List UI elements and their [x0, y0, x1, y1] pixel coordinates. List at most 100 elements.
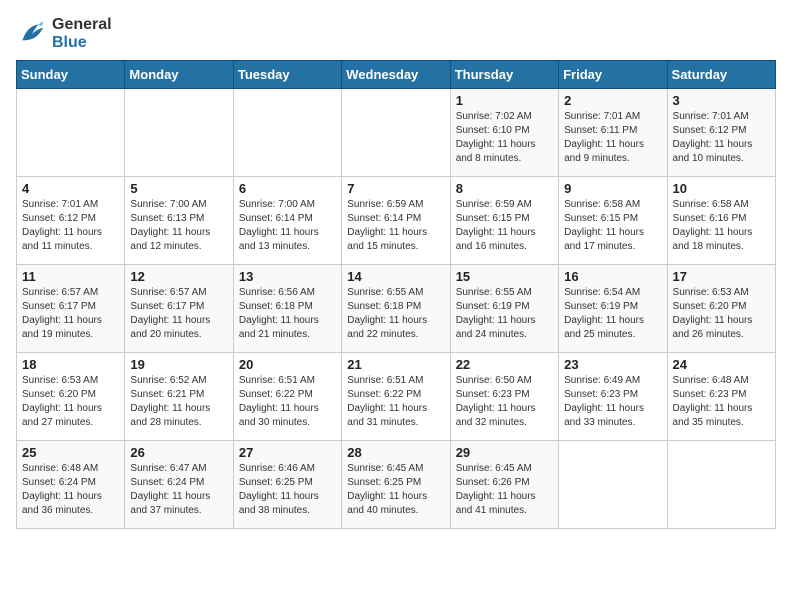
day-number: 18	[22, 357, 119, 372]
day-info: Sunrise: 7:01 AM Sunset: 6:12 PM Dayligh…	[22, 198, 119, 254]
day-info: Sunrise: 7:01 AM Sunset: 6:12 PM Dayligh…	[673, 110, 770, 166]
calendar-cell: 12Sunrise: 6:57 AM Sunset: 6:17 PM Dayli…	[125, 265, 233, 353]
day-number: 3	[673, 93, 770, 108]
day-number: 8	[456, 181, 553, 196]
day-info: Sunrise: 6:48 AM Sunset: 6:24 PM Dayligh…	[22, 462, 119, 518]
calendar-cell	[342, 89, 450, 177]
calendar-cell: 18 Sunrise: 6:53 AM Sunset: 6:20 PM Dayli…	[17, 353, 125, 441]
calendar-cell: 26 Sunrise: 6:47 AM Sunset: 6:24 PM Dayli…	[125, 441, 233, 529]
day-number: 17	[673, 269, 770, 284]
calendar-week-row: 11 Sunrise: 6:57 AM Sunset: 6:17 PM Dayli…	[17, 265, 776, 353]
logo: General Blue	[16, 16, 112, 52]
day-number: 9	[564, 181, 661, 196]
day-info: Sunrise: 6:57 AM Sunset: 6:17 PM Dayligh…	[130, 286, 227, 342]
calendar-cell: 25 Sunrise: 6:48 AM Sunset: 6:24 PM Dayli…	[17, 441, 125, 529]
calendar-cell: 28 Sunrise: 6:45 AM Sunset: 6:25 PM Dayli…	[342, 441, 450, 529]
day-info: Sunrise: 6:46 AM Sunset: 6:25 PM Dayligh…	[239, 462, 336, 518]
calendar-cell: 4 Sunrise: 7:01 AM Sunset: 6:12 PM Daylig…	[17, 177, 125, 265]
day-number: 1	[456, 93, 553, 108]
day-info: Sunrise: 6:54 AM Sunset: 6:19 PM Dayligh…	[564, 286, 661, 342]
day-info: Sunrise: 6:48 AM Sunset: 6:23 PM Dayligh…	[673, 374, 770, 430]
calendar-cell: 14 Sunrise: 6:55 AM Sunset: 6:18 PM Dayli…	[342, 265, 450, 353]
calendar-week-row: 25 Sunrise: 6:48 AM Sunset: 6:24 PM Dayli…	[17, 441, 776, 529]
calendar-week-row: 4 Sunrise: 7:01 AM Sunset: 6:12 PM Daylig…	[17, 177, 776, 265]
day-info: Sunrise: 6:45 AM Sunset: 6:25 PM Dayligh…	[347, 462, 444, 518]
calendar-cell: 11 Sunrise: 6:57 AM Sunset: 6:17 PM Dayli…	[17, 265, 125, 353]
calendar-cell: 13Sunrise: 6:56 AM Sunset: 6:18 PM Dayli…	[233, 265, 341, 353]
calendar-cell: 23 Sunrise: 6:49 AM Sunset: 6:23 PM Dayli…	[559, 353, 667, 441]
day-info: Sunrise: 6:53 AM Sunset: 6:20 PM Dayligh…	[673, 286, 770, 342]
day-info: Sunrise: 6:55 AM Sunset: 6:18 PM Dayligh…	[347, 286, 444, 342]
calendar-cell	[125, 89, 233, 177]
day-info: Sunrise: 6:51 AM Sunset: 6:22 PM Dayligh…	[239, 374, 336, 430]
calendar-week-row: 18 Sunrise: 6:53 AM Sunset: 6:20 PM Dayli…	[17, 353, 776, 441]
calendar-cell: 10 Sunrise: 6:58 AM Sunset: 6:16 PM Dayli…	[667, 177, 775, 265]
calendar-cell: 21Sunrise: 6:51 AM Sunset: 6:22 PM Dayli…	[342, 353, 450, 441]
day-info: Sunrise: 7:02 AM Sunset: 6:10 PM Dayligh…	[456, 110, 553, 166]
day-number: 5	[130, 181, 227, 196]
calendar-table: SundayMondayTuesdayWednesdayThursdayFrid…	[16, 60, 776, 529]
day-number: 6	[239, 181, 336, 196]
calendar-cell: 2 Sunrise: 7:01 AM Sunset: 6:11 PM Daylig…	[559, 89, 667, 177]
page-header: General Blue	[16, 16, 776, 52]
day-info: Sunrise: 6:53 AM Sunset: 6:20 PM Dayligh…	[22, 374, 119, 430]
calendar-cell: 15Sunrise: 6:55 AM Sunset: 6:19 PM Dayli…	[450, 265, 558, 353]
calendar-cell	[559, 441, 667, 529]
calendar-cell: 24 Sunrise: 6:48 AM Sunset: 6:23 PM Dayli…	[667, 353, 775, 441]
day-number: 29	[456, 445, 553, 460]
weekday-header: Thursday	[450, 61, 558, 89]
calendar-cell	[17, 89, 125, 177]
day-number: 26	[130, 445, 227, 460]
calendar-cell: 8 Sunrise: 6:59 AM Sunset: 6:15 PM Daylig…	[450, 177, 558, 265]
calendar-cell: 20 Sunrise: 6:51 AM Sunset: 6:22 PM Dayli…	[233, 353, 341, 441]
logo-icon	[16, 18, 48, 50]
day-info: Sunrise: 6:58 AM Sunset: 6:15 PM Dayligh…	[564, 198, 661, 254]
day-info: Sunrise: 6:45 AM Sunset: 6:26 PM Dayligh…	[456, 462, 553, 518]
day-info: Sunrise: 6:50 AM Sunset: 6:23 PM Dayligh…	[456, 374, 553, 430]
day-number: 13	[239, 269, 336, 284]
weekday-header: Wednesday	[342, 61, 450, 89]
day-info: Sunrise: 6:59 AM Sunset: 6:15 PM Dayligh…	[456, 198, 553, 254]
day-info: Sunrise: 6:57 AM Sunset: 6:17 PM Dayligh…	[22, 286, 119, 342]
weekday-header: Friday	[559, 61, 667, 89]
day-number: 28	[347, 445, 444, 460]
calendar-cell: 1 Sunrise: 7:02 AM Sunset: 6:10 PM Daylig…	[450, 89, 558, 177]
logo-text: General Blue	[52, 16, 112, 52]
day-number: 15	[456, 269, 553, 284]
day-number: 25	[22, 445, 119, 460]
calendar-cell: 7 Sunrise: 6:59 AM Sunset: 6:14 PM Daylig…	[342, 177, 450, 265]
day-number: 23	[564, 357, 661, 372]
calendar-cell: 5 Sunrise: 7:00 AM Sunset: 6:13 PM Daylig…	[125, 177, 233, 265]
calendar-cell: 6 Sunrise: 7:00 AM Sunset: 6:14 PM Daylig…	[233, 177, 341, 265]
calendar-cell: 17 Sunrise: 6:53 AM Sunset: 6:20 PM Dayli…	[667, 265, 775, 353]
day-info: Sunrise: 6:51 AM Sunset: 6:22 PM Dayligh…	[347, 374, 444, 430]
day-number: 11	[22, 269, 119, 284]
day-number: 14	[347, 269, 444, 284]
day-number: 10	[673, 181, 770, 196]
calendar-cell: 22 Sunrise: 6:50 AM Sunset: 6:23 PM Dayli…	[450, 353, 558, 441]
calendar-week-row: 1 Sunrise: 7:02 AM Sunset: 6:10 PM Daylig…	[17, 89, 776, 177]
calendar-header: SundayMondayTuesdayWednesdayThursdayFrid…	[17, 61, 776, 89]
weekday-header: Tuesday	[233, 61, 341, 89]
day-number: 7	[347, 181, 444, 196]
calendar-cell: 19 Sunrise: 6:52 AM Sunset: 6:21 PM Dayli…	[125, 353, 233, 441]
day-number: 2	[564, 93, 661, 108]
day-info: Sunrise: 7:00 AM Sunset: 6:14 PM Dayligh…	[239, 198, 336, 254]
day-number: 19	[130, 357, 227, 372]
calendar-cell: 9 Sunrise: 6:58 AM Sunset: 6:15 PM Daylig…	[559, 177, 667, 265]
day-info: Sunrise: 7:00 AM Sunset: 6:13 PM Dayligh…	[130, 198, 227, 254]
day-number: 22	[456, 357, 553, 372]
day-number: 20	[239, 357, 336, 372]
day-info: Sunrise: 6:47 AM Sunset: 6:24 PM Dayligh…	[130, 462, 227, 518]
calendar-cell: 29 Sunrise: 6:45 AM Sunset: 6:26 PM Dayli…	[450, 441, 558, 529]
day-info: Sunrise: 6:59 AM Sunset: 6:14 PM Dayligh…	[347, 198, 444, 254]
day-info: Sunrise: 6:52 AM Sunset: 6:21 PM Dayligh…	[130, 374, 227, 430]
weekday-header: Monday	[125, 61, 233, 89]
day-number: 4	[22, 181, 119, 196]
calendar-cell	[667, 441, 775, 529]
day-info: Sunrise: 7:01 AM Sunset: 6:11 PM Dayligh…	[564, 110, 661, 166]
day-number: 24	[673, 357, 770, 372]
weekday-header: Saturday	[667, 61, 775, 89]
day-info: Sunrise: 6:49 AM Sunset: 6:23 PM Dayligh…	[564, 374, 661, 430]
day-info: Sunrise: 6:58 AM Sunset: 6:16 PM Dayligh…	[673, 198, 770, 254]
